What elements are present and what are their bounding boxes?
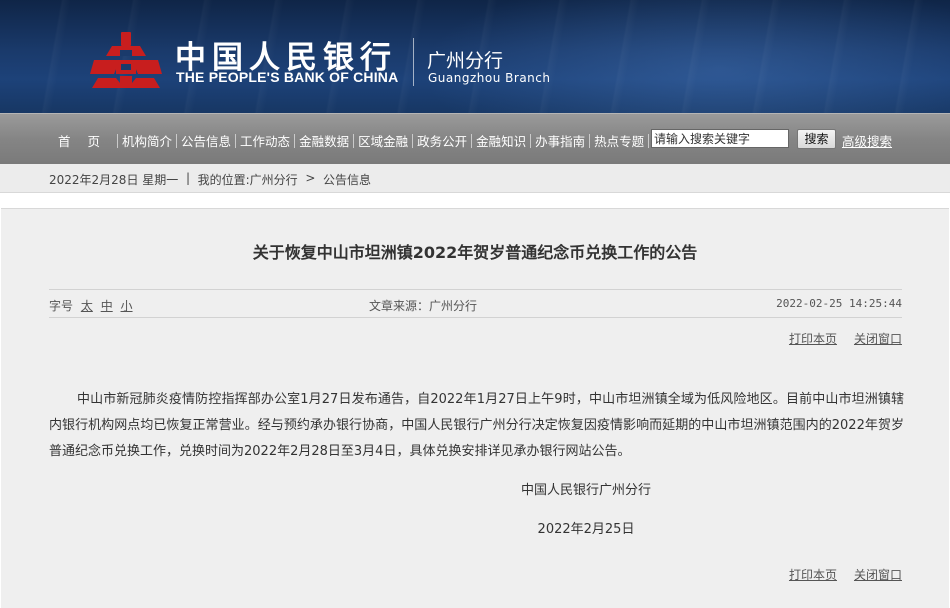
nav-item-government-affairs[interactable]: 政务公开 — [413, 131, 471, 150]
nav-item-regional-finance[interactable]: 区域金融 — [354, 131, 412, 150]
article-body: 中山市新冠肺炎疫情防控指挥部办公室1月27日发布通告，自2022年1月27日上午… — [49, 392, 904, 459]
nav-item-hot-topics[interactable]: 热点专题 — [590, 131, 648, 150]
nav-item-news[interactable]: 工作动态 — [236, 131, 294, 150]
search-button[interactable]: 搜索 — [797, 129, 836, 149]
font-size-small[interactable]: 小 — [121, 299, 133, 313]
source-value: 广州分行 — [429, 299, 478, 313]
article-tools-bottom: 打印本页 关闭窗口 — [789, 566, 902, 583]
header-banner: 中国人民银行 THE PEOPLE'S BANK OF CHINA 广州分行 G… — [0, 0, 950, 113]
close-window-link[interactable]: 关闭窗口 — [854, 330, 902, 347]
nav-divider — [117, 133, 119, 148]
nav-item-service-guide[interactable]: 办事指南 — [531, 131, 589, 150]
search-input[interactable] — [651, 129, 789, 148]
print-page-link[interactable]: 打印本页 — [789, 566, 837, 583]
article-title: 关于恢复中山市坦洲镇2022年贺岁普通纪念币兑换工作的公告 — [252, 243, 698, 262]
article-source: 文章来源：广州分行 — [369, 297, 477, 314]
nav-item-announcements[interactable]: 公告信息 — [177, 131, 235, 150]
article-panel: 关于恢复中山市坦洲镇2022年贺岁普通纪念币兑换工作的公告 字号 太 中 小 文… — [1, 208, 949, 608]
print-page-link[interactable]: 打印本页 — [789, 330, 837, 347]
nav-item-home[interactable]: 首页 — [54, 131, 117, 150]
location-label: 我的位置: — [197, 173, 250, 187]
signature-date: 2022年2月25日 — [537, 522, 635, 537]
breadcrumb-link-branch[interactable]: 广州分行 — [250, 171, 298, 188]
article-meta: 字号 太 中 小 文章来源：广州分行 2022-02-25 14:25:44 — [49, 289, 902, 318]
nav-item-about[interactable]: 机构简介 — [118, 131, 176, 150]
current-weekday: 星期一 — [142, 173, 179, 187]
nav-divider — [294, 133, 296, 148]
signature-organization: 中国人民银行广州分行 — [520, 483, 651, 498]
banner-divider — [413, 38, 414, 86]
nav-item-financial-data[interactable]: 金融数据 — [295, 131, 353, 150]
nav-divider — [353, 133, 355, 148]
nav-divider — [412, 133, 414, 148]
bank-name-en: THE PEOPLE'S BANK OF CHINA — [176, 69, 399, 85]
nav-divider — [648, 133, 650, 148]
breadcrumb-bar: 2022年2月28日 星期一 | 我的位置: 广州分行 > 公告信息 — [0, 164, 950, 193]
font-size-switcher: 字号 太 中 小 — [49, 297, 133, 314]
nav-divider — [589, 133, 591, 148]
published-date: 2022-02-25 14:25:44 — [776, 297, 902, 310]
font-size-medium[interactable]: 中 — [101, 299, 113, 313]
nav-divider — [176, 133, 178, 148]
main-nav: 首页 机构简介 公告信息 工作动态 金融数据 区域金融 政务公开 金融知识 办事… — [0, 113, 950, 164]
nav-divider — [530, 133, 532, 148]
close-window-link[interactable]: 关闭窗口 — [854, 566, 902, 583]
branch-name-cn: 广州分行 — [427, 50, 504, 72]
nav-menu: 首页 机构简介 公告信息 工作动态 金融数据 区域金融 政务公开 金融知识 办事… — [54, 131, 650, 150]
branch-name-en: Guangzhou Branch — [428, 71, 551, 85]
pboc-emblem-icon[interactable] — [90, 30, 162, 90]
font-size-label: 字号 — [49, 299, 74, 313]
source-label: 文章来源： — [369, 299, 430, 313]
font-size-large[interactable]: 太 — [81, 299, 93, 313]
article-tools-top: 打印本页 关闭窗口 — [789, 330, 902, 347]
breadcrumb-link-announcements[interactable]: 公告信息 — [323, 171, 371, 188]
breadcrumb: 2022年2月28日 星期一 | 我的位置: 广州分行 > 公告信息 — [49, 171, 371, 188]
current-date: 2022年2月28日 — [49, 173, 139, 187]
advanced-search-link[interactable]: 高级搜索 — [842, 131, 892, 150]
nav-item-financial-knowledge[interactable]: 金融知识 — [472, 131, 530, 150]
nav-divider — [235, 133, 237, 148]
chevron-right-icon: > — [305, 171, 316, 185]
nav-divider — [471, 133, 473, 148]
